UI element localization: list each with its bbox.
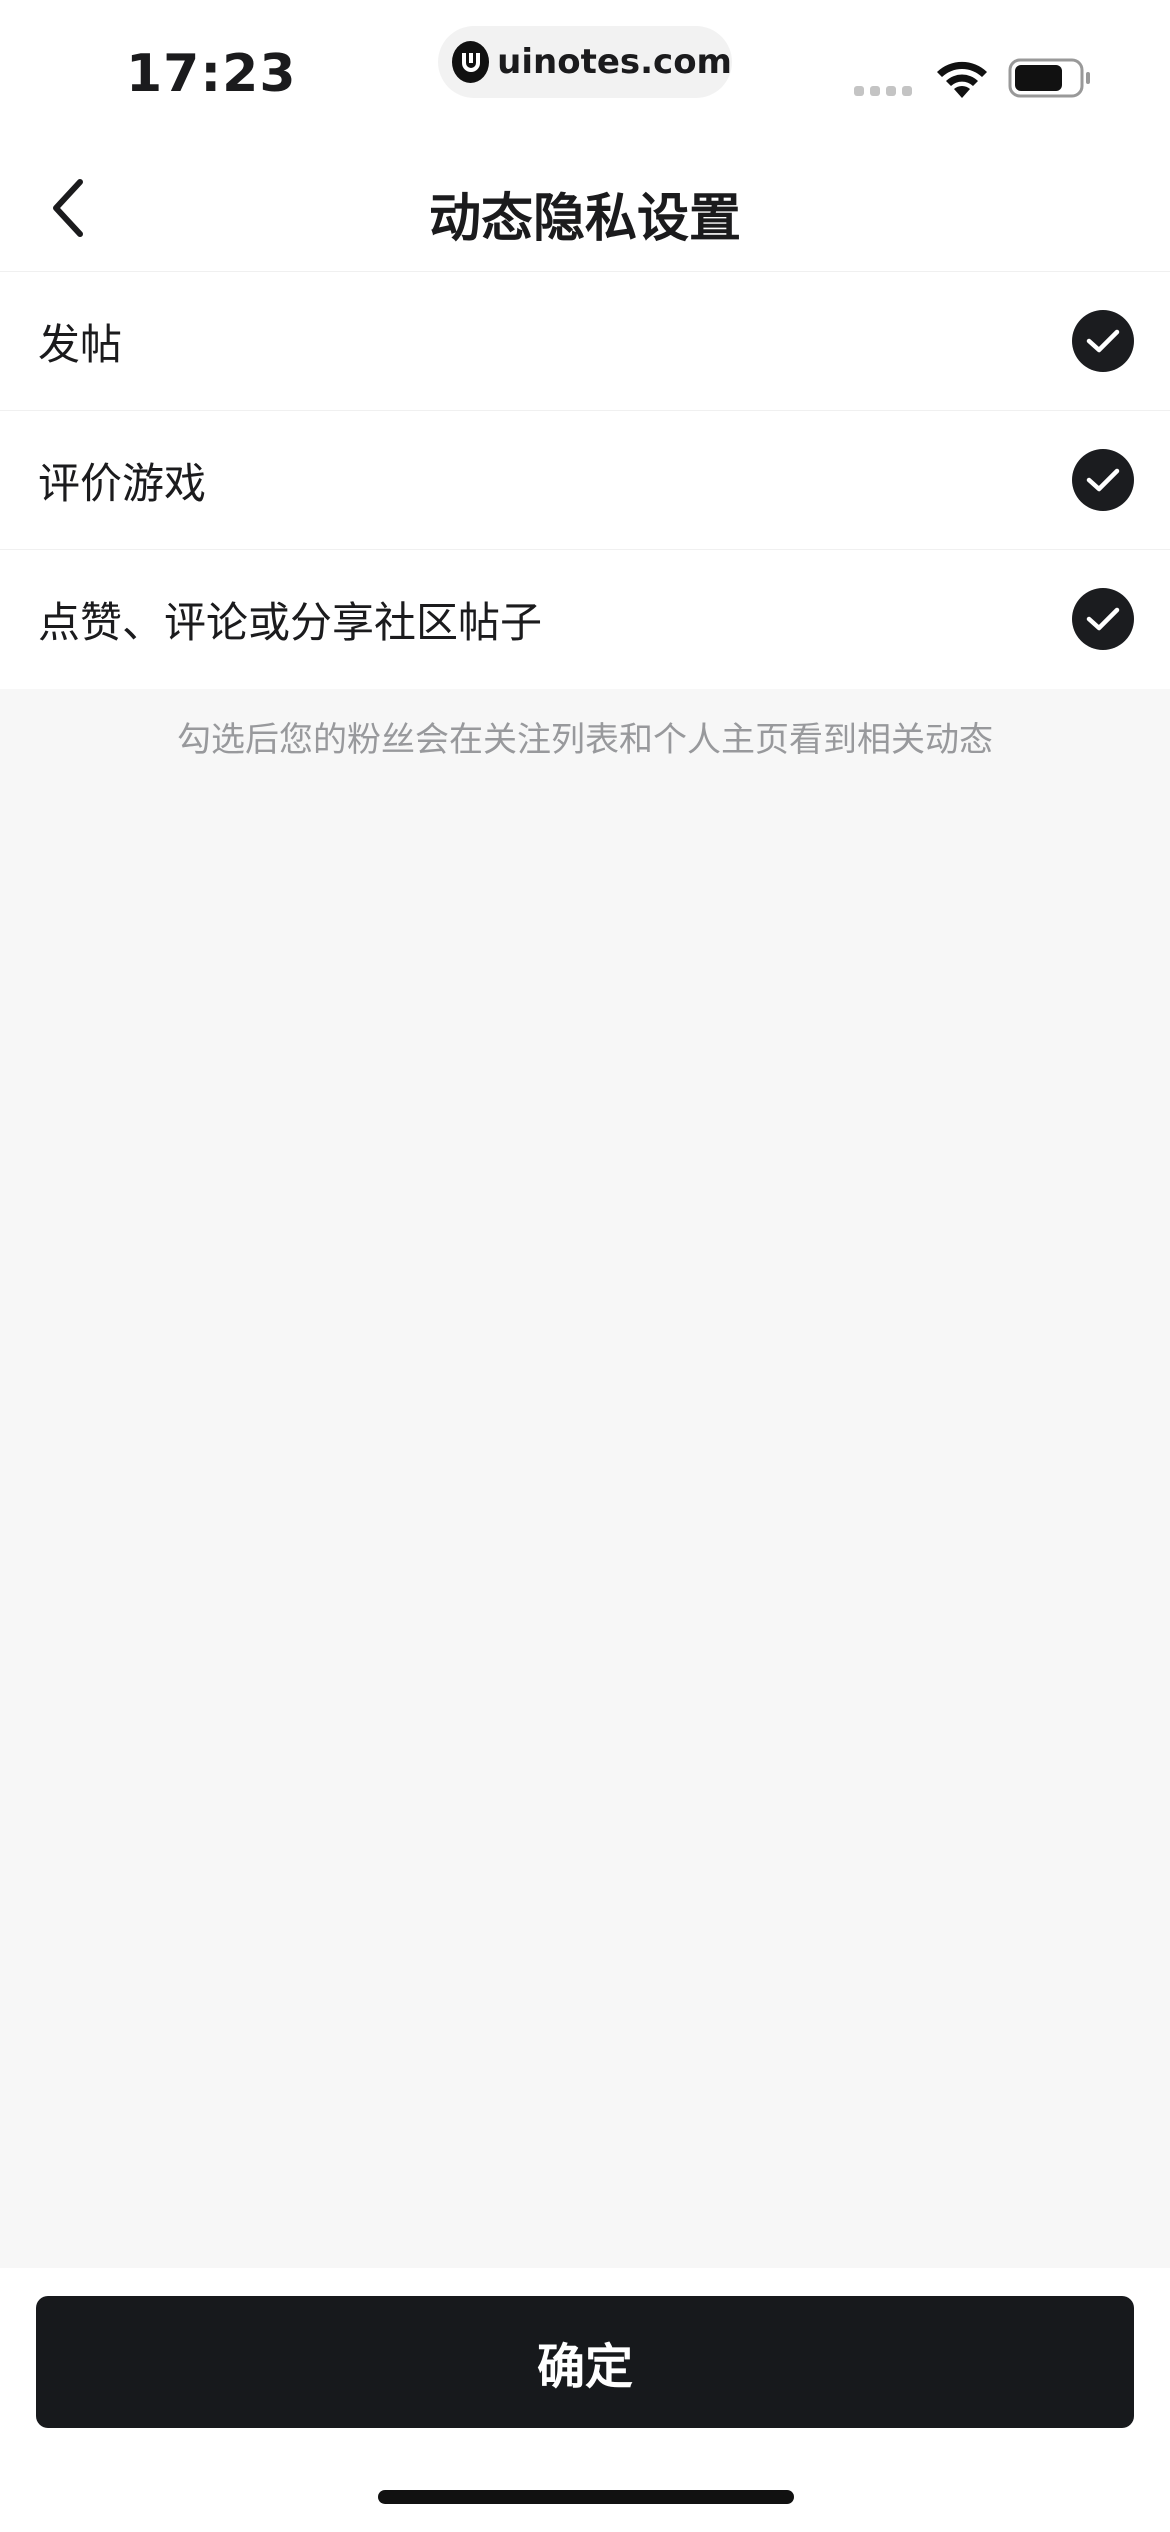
site-logo-icon xyxy=(452,41,490,83)
checkmark-icon[interactable] xyxy=(1072,310,1134,372)
option-review-game[interactable]: 评价游戏 xyxy=(0,411,1170,550)
footer: 确定 xyxy=(0,2268,1170,2532)
url-pill[interactable]: uinotes.com xyxy=(438,26,732,98)
checkmark-icon[interactable] xyxy=(1072,449,1134,511)
privacy-options-list: 发帖 评价游戏 点赞、评论或分享社区帖子 xyxy=(0,272,1170,689)
option-like-comment-share[interactable]: 点赞、评论或分享社区帖子 xyxy=(0,550,1170,689)
url-text: uinotes.com xyxy=(497,42,732,82)
option-label: 发帖 xyxy=(38,319,123,369)
option-label: 点赞、评论或分享社区帖子 xyxy=(38,598,543,647)
status-time: 17:23 xyxy=(126,44,297,104)
option-label: 评价游戏 xyxy=(38,458,207,508)
wifi-icon xyxy=(934,58,990,104)
option-post[interactable]: 发帖 xyxy=(0,272,1170,411)
page-title: 动态隐私设置 xyxy=(428,189,741,249)
nav-bar: 动态隐私设置 xyxy=(0,140,1170,272)
hint-text: 勾选后您的粉丝会在关注列表和个人主页看到相关动态 xyxy=(177,720,993,760)
home-indicator xyxy=(378,2490,794,2504)
confirm-button[interactable]: 确定 xyxy=(36,2296,1134,2428)
battery-icon xyxy=(1008,58,1092,102)
status-bar: 17:23 uinotes.com xyxy=(0,0,1170,140)
cellular-signal-icon xyxy=(854,86,912,96)
checkmark-icon[interactable] xyxy=(1072,588,1134,650)
